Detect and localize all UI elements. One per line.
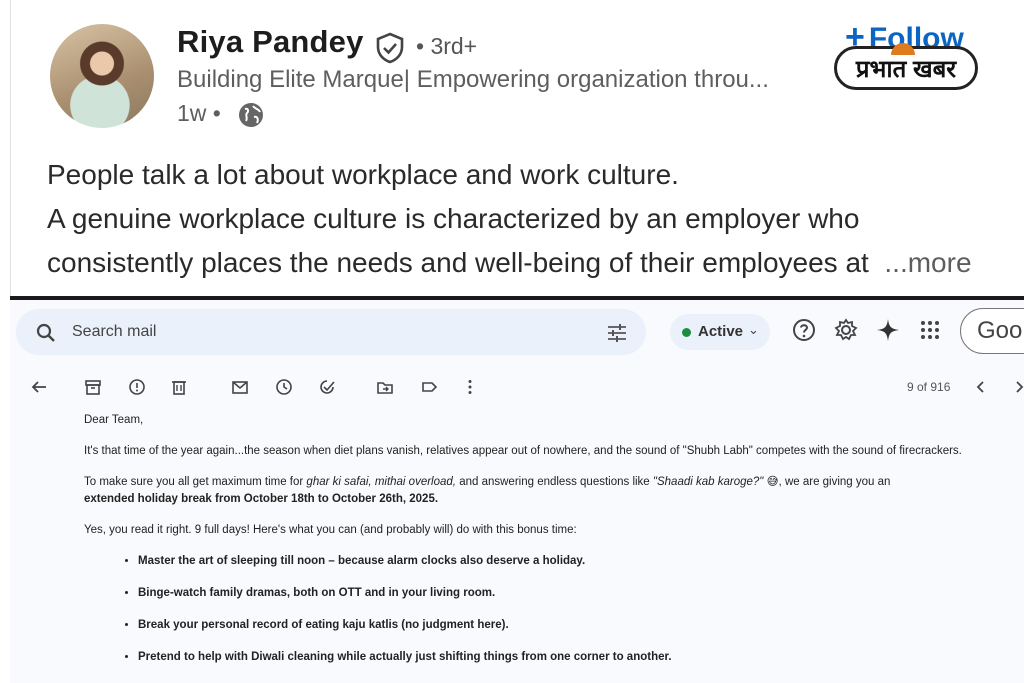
- add-task-icon[interactable]: [318, 378, 336, 396]
- greeting: Dear Team,: [84, 414, 144, 426]
- search-bar[interactable]: Search mail: [16, 309, 646, 355]
- author-name[interactable]: Riya Pandey: [177, 24, 364, 60]
- verified-shield-icon: [376, 32, 404, 64]
- watermark-logo: प्रभात खबर: [834, 43, 978, 90]
- watermark-text: प्रभात खबर: [855, 55, 957, 83]
- author-headline: Building Elite Marque| Empowering organi…: [177, 66, 769, 93]
- paragraph: It's that time of the year again...the s…: [84, 445, 962, 457]
- status-label: Active: [698, 323, 744, 340]
- account-label: Goo: [977, 317, 1023, 344]
- post-line: A genuine workplace culture is character…: [47, 203, 860, 234]
- archive-icon[interactable]: [84, 378, 102, 396]
- list-item: Binge-watch family dramas, both on OTT a…: [138, 585, 1004, 602]
- paragraph: Yes, you read it right. 9 full days! Her…: [84, 524, 577, 536]
- list-item: Break your personal record of eating kaj…: [138, 617, 1004, 634]
- post-body: People talk a lot about workplace and wo…: [47, 153, 972, 285]
- post-line: People talk a lot about workplace and wo…: [47, 159, 679, 190]
- help-icon[interactable]: [792, 318, 816, 342]
- author-avatar[interactable]: [50, 24, 154, 128]
- gear-icon[interactable]: [834, 318, 858, 342]
- more-vertical-icon[interactable]: [461, 378, 479, 396]
- move-to-folder-icon[interactable]: [376, 378, 394, 396]
- status-dropdown[interactable]: Active ⌄: [670, 314, 770, 350]
- paragraph: To make sure you all get maximum time fo…: [84, 476, 891, 505]
- next-arrow-icon[interactable]: [1010, 378, 1024, 396]
- gmail-screenshot: Search mail Active ⌄ Goo 9 of 916 Dear T…: [10, 300, 1024, 683]
- account-button[interactable]: Goo: [960, 308, 1024, 354]
- back-arrow-icon[interactable]: [30, 378, 48, 396]
- prev-arrow-icon[interactable]: [972, 378, 990, 396]
- list-item: Pretend to help with Diwali cleaning whi…: [138, 649, 1004, 666]
- email-body: Dear Team, It's that time of the year ag…: [84, 412, 1004, 681]
- delete-icon[interactable]: [170, 378, 188, 396]
- page-count: 9 of 916: [907, 380, 951, 394]
- filter-options-icon[interactable]: [606, 323, 628, 343]
- apps-grid-icon[interactable]: [918, 318, 942, 342]
- post-line: consistently places the needs and well-b…: [47, 247, 972, 278]
- search-icon: [36, 323, 55, 342]
- connection-degree: • 3rd+: [416, 33, 478, 59]
- post-time: 1w •: [177, 100, 221, 126]
- sparkle-icon[interactable]: [876, 318, 900, 342]
- label-icon[interactable]: [420, 378, 438, 396]
- mark-unread-icon[interactable]: [231, 378, 249, 396]
- status-dot-icon: [682, 328, 691, 337]
- list-item: Master the art of sleeping till noon – b…: [138, 553, 1004, 570]
- see-more-link[interactable]: ...more: [884, 247, 971, 278]
- chevron-down-icon: ⌄: [748, 322, 759, 337]
- bullet-list: Master the art of sleeping till noon – b…: [84, 553, 1004, 666]
- snooze-clock-icon[interactable]: [275, 378, 293, 396]
- search-input[interactable]: Search mail: [72, 323, 156, 341]
- globe-icon: [239, 103, 263, 127]
- report-spam-icon[interactable]: [128, 378, 146, 396]
